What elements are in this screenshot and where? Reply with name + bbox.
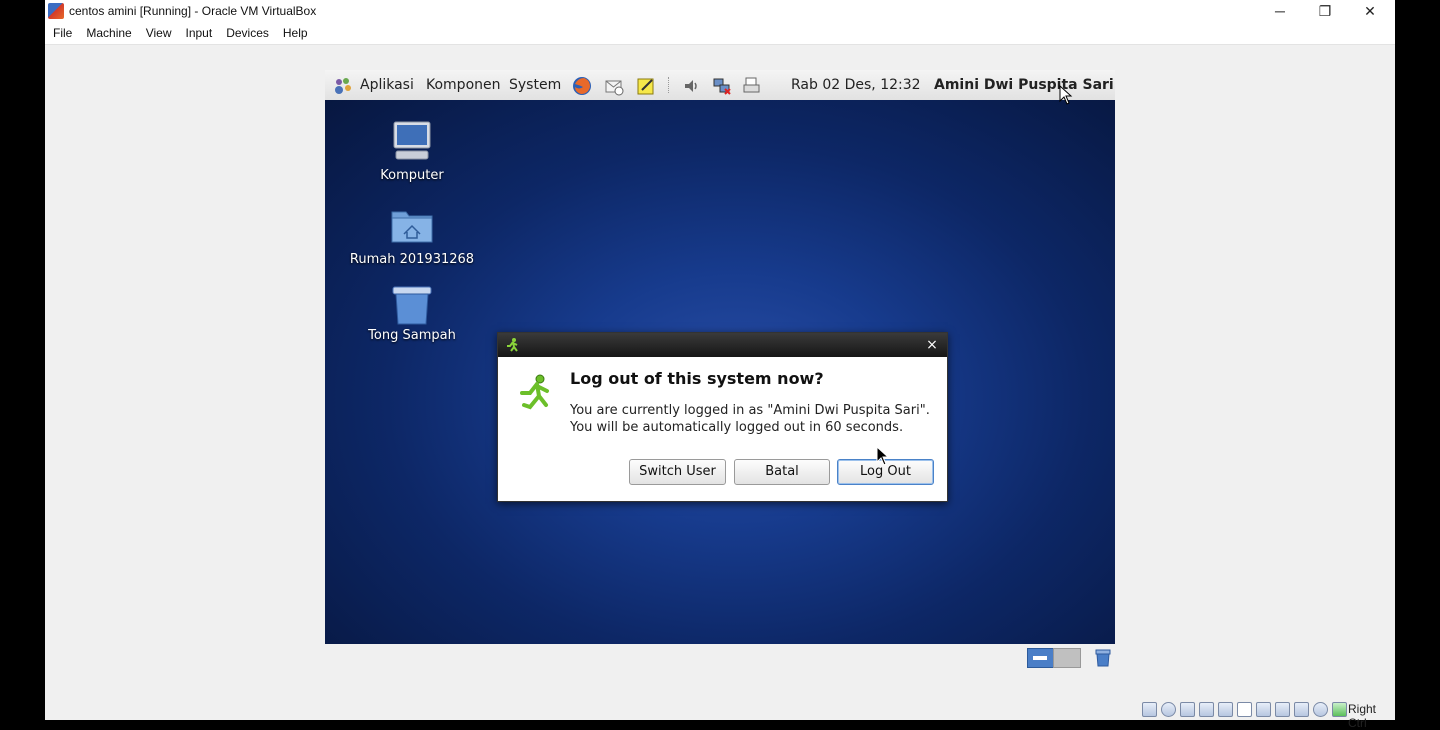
menu-devices[interactable]: Devices [219, 22, 276, 44]
network-icon[interactable] [712, 76, 732, 96]
desktop[interactable]: Komputer Rumah 201931268 Tong Sampah × L… [325, 100, 1115, 644]
menu-machine[interactable]: Machine [79, 22, 138, 44]
usb-icon[interactable] [1218, 702, 1233, 717]
dialog-message-line-1: You are currently logged in as "Amini Dw… [570, 403, 930, 418]
keyboard-capture-icon[interactable] [1332, 702, 1347, 717]
mouse-integration-icon[interactable] [1313, 702, 1328, 717]
virtualbox-app-icon [48, 3, 64, 19]
logout-dialog: × Log out of this system now? You are cu… [497, 332, 948, 502]
window-title: centos amini [Running] - Oracle VM Virtu… [69, 4, 317, 18]
panel-separator [668, 77, 671, 93]
desktop-icon-label: Rumah 201931268 [349, 252, 475, 267]
dialog-heading: Log out of this system now? [570, 369, 824, 388]
guest-screen[interactable]: Aplikasi Komponen System Rab 02 Des, 12:… [325, 70, 1115, 644]
menu-view[interactable]: View [139, 22, 179, 44]
menu-file[interactable]: File [45, 22, 79, 44]
desktop-icon-trash[interactable]: Tong Sampah [337, 284, 487, 354]
home-folder-icon [391, 211, 433, 243]
hard-disk-icon[interactable] [1142, 702, 1157, 717]
trash-icon [392, 286, 432, 325]
menu-help[interactable]: Help [276, 22, 315, 44]
virtualization-icon[interactable] [1294, 702, 1309, 717]
menu-system[interactable]: System [509, 70, 561, 100]
workspace-switcher[interactable] [1025, 646, 1081, 668]
dialog-close-button[interactable]: × [923, 335, 941, 355]
computer-icon [393, 121, 431, 160]
dialog-body: Log out of this system now? You are curr… [498, 357, 947, 501]
notes-icon[interactable] [636, 76, 656, 96]
menu-aplikasi[interactable]: Aplikasi [360, 70, 414, 100]
virtualbox-window: centos amini [Running] - Oracle VM Virtu… [45, 0, 1395, 730]
top-panel: Aplikasi Komponen System Rab 02 Des, 12:… [325, 70, 1115, 101]
firefox-icon[interactable] [572, 76, 592, 96]
workspace-2[interactable] [1053, 648, 1081, 668]
desktop-icon-label: Tong Sampah [368, 328, 456, 343]
mail-icon[interactable] [604, 76, 624, 96]
network-status-icon[interactable] [1199, 702, 1214, 717]
user-menu[interactable]: Amini Dwi Puspita Sari [934, 70, 1114, 100]
guest-mouse-pointer-icon [876, 446, 890, 466]
video-capture-icon[interactable] [1275, 702, 1290, 717]
running-man-icon [507, 338, 518, 352]
minimize-button[interactable]: ─ [1258, 0, 1302, 22]
clock[interactable]: Rab 02 Des, 12:32 [791, 70, 921, 100]
dialog-titlebar: × [498, 333, 947, 357]
desktop-icon-home[interactable]: Rumah 201931268 [337, 204, 487, 274]
printer-icon[interactable] [742, 76, 762, 96]
gnome-foot-icon [335, 78, 351, 94]
mouse-pointer-icon [1059, 85, 1073, 105]
audio-icon[interactable] [1180, 702, 1195, 717]
cancel-button[interactable]: Batal [734, 459, 830, 485]
display-icon[interactable] [1256, 702, 1271, 717]
switch-user-button[interactable]: Switch User [629, 459, 726, 485]
close-button[interactable]: ✕ [1348, 0, 1392, 22]
optical-drive-icon[interactable] [1161, 702, 1176, 717]
dialog-message-line-2: You will be automatically logged out in … [570, 420, 904, 435]
workspace-1[interactable] [1027, 648, 1055, 668]
desktop-icon-komputer[interactable]: Komputer [337, 120, 487, 190]
shared-folders-icon[interactable] [1237, 702, 1252, 717]
desktop-icon-label: Komputer [380, 168, 444, 183]
titlebar: centos amini [Running] - Oracle VM Virtu… [45, 0, 1395, 22]
menu-input[interactable]: Input [179, 22, 220, 44]
maximize-button[interactable]: ❐ [1303, 0, 1347, 22]
host-key-label: Right Ctrl [1348, 702, 1377, 730]
menubar: File Machine View Input Devices Help [45, 22, 1395, 45]
trash-applet-icon[interactable] [1093, 648, 1113, 668]
logout-running-man-icon [520, 374, 549, 410]
volume-icon[interactable] [682, 76, 702, 96]
menu-komponen[interactable]: Komponen [426, 70, 501, 100]
